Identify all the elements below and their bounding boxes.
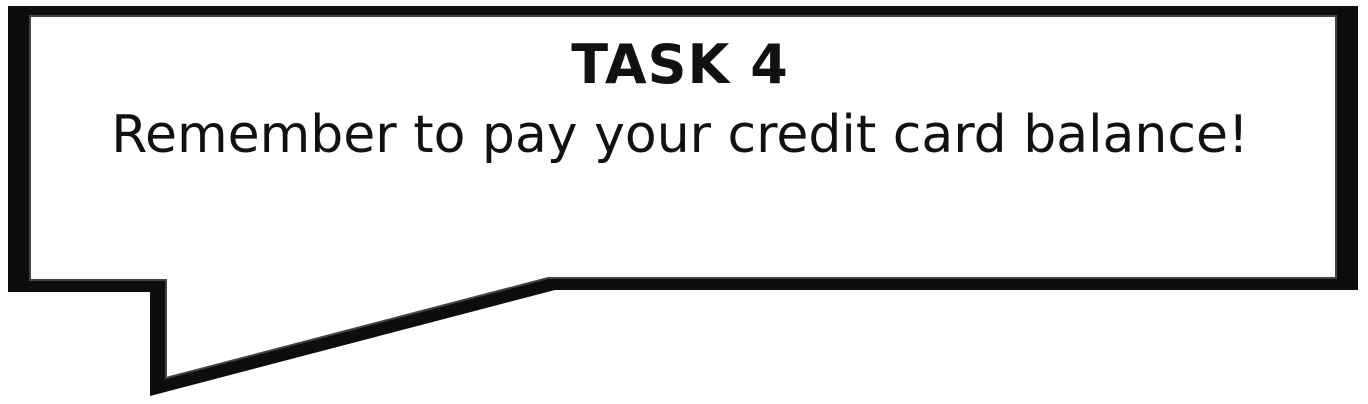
- task-message: Remember to pay your credit card balance…: [111, 105, 1249, 165]
- bubble-text: TASK 4 Remember to pay your credit card …: [30, 30, 1330, 168]
- task-title: TASK 4: [571, 33, 789, 96]
